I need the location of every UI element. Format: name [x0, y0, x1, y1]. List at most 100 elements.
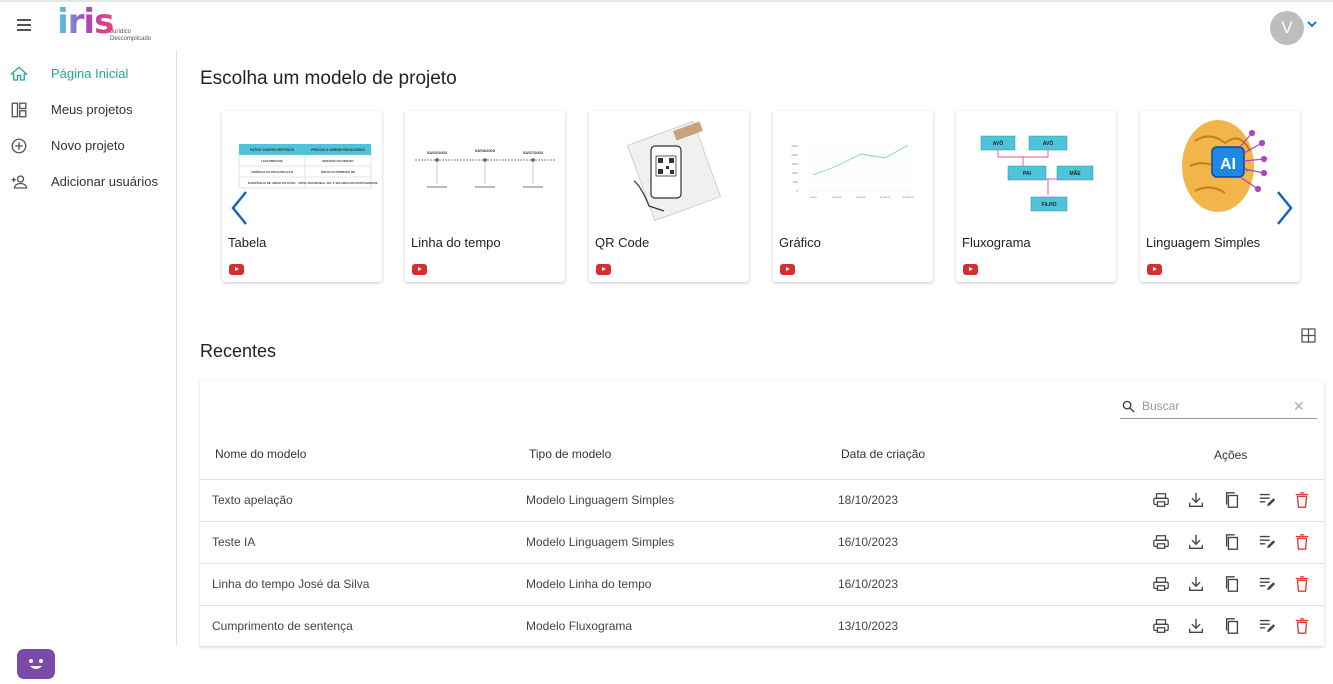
svg-text:15 anos: 15 anos	[903, 195, 914, 199]
timeline-thumbnail: 03/02/2003 03/03/2003 03/07/2003	[415, 148, 555, 188]
column-header-name[interactable]: Nome do modelo	[215, 447, 306, 461]
svg-text:03/03/2003: 03/03/2003	[475, 148, 496, 153]
svg-text:MÃE: MÃE	[1069, 170, 1081, 177]
flowchart-thumbnail: AVÔ AVÓ PAI MÃE FILHO	[980, 135, 1094, 212]
sidebar-item-home[interactable]: Página Inicial	[0, 59, 176, 89]
print-icon[interactable]	[1152, 575, 1170, 593]
youtube-icon[interactable]	[229, 264, 244, 275]
edit-icon[interactable]	[1258, 491, 1276, 509]
table-row[interactable]: Teste IA Modelo Linguagem Simples 16/10/20…	[200, 521, 1324, 564]
template-card-flowchart[interactable]: AVÔ AVÓ PAI MÃE FILHO Fluxograma	[956, 111, 1116, 282]
logo[interactable]: iris Jurídico Descomplicado	[57, 2, 157, 46]
template-card-chart[interactable]: 2500 2000 1500 1000 500 0 1 ano 6 anos 8…	[773, 111, 933, 282]
template-card-title: Linguagem Simples	[1146, 235, 1261, 250]
person-add-icon	[11, 175, 28, 189]
chart-thumbnail: 2500 2000 1500 1000 500 0 1 ano 6 anos 8…	[791, 144, 918, 199]
svg-text:EXISTÊNCIA DE UNIÃO ESTÁVEL: EXISTÊNCIA DE UNIÃO ESTÁVEL	[248, 180, 296, 185]
template-card-qr-code[interactable]: QR Code	[589, 111, 749, 282]
svg-text:PAI: PAI	[1023, 171, 1032, 177]
dashboard-icon	[11, 102, 27, 118]
svg-text:PROVA TESTEMUNHAL, ART. X, SER: PROVA TESTEMUNHAL, ART. X, SER ARROLADO …	[298, 182, 378, 185]
chevron-down-icon[interactable]	[1307, 19, 1317, 31]
logo-subtitle: Jurídico Descomplicado	[110, 29, 152, 42]
svg-text:VIGÊNCIA DA PROCURAÇÃO: VIGÊNCIA DA PROCURAÇÃO	[251, 169, 294, 174]
recent-title: Recentes	[200, 341, 277, 361]
youtube-icon[interactable]	[1147, 264, 1162, 275]
svg-text:8 anos: 8 anos	[856, 195, 866, 199]
print-icon[interactable]	[1152, 491, 1170, 509]
cell-date: 18/10/2023	[838, 493, 899, 507]
table-row[interactable]: Linha do tempo José da Silva Modelo Linha…	[200, 563, 1324, 606]
download-icon[interactable]	[1187, 617, 1205, 635]
svg-text:12 anos: 12 anos	[880, 195, 891, 199]
youtube-icon[interactable]	[412, 264, 427, 275]
cell-name: Teste IA	[212, 535, 256, 549]
template-card-title: Gráfico	[779, 235, 821, 250]
copy-icon[interactable]	[1223, 617, 1241, 635]
sidebar-item-new-project[interactable]: Novo projeto	[0, 131, 176, 161]
edit-icon[interactable]	[1258, 533, 1276, 551]
edit-icon[interactable]	[1258, 575, 1276, 593]
svg-text:AI: AI	[1220, 156, 1236, 173]
menu-icon[interactable]	[13, 16, 35, 38]
column-header-type[interactable]: Tipo de modelo	[529, 447, 611, 461]
search-icon	[1122, 400, 1135, 413]
page-title: Escolha um modelo de projeto	[200, 68, 457, 89]
svg-text:500: 500	[793, 180, 798, 184]
cell-type: Modelo Linguagem Simples	[526, 535, 675, 549]
svg-text:PROVAS A SEREM PRODUZIDAS: PROVAS A SEREM PRODUZIDAS	[311, 148, 365, 152]
cell-name: Texto apelação	[212, 493, 293, 507]
template-card-timeline[interactable]: 03/02/2003 03/03/2003 03/07/2003 Linha d…	[405, 111, 565, 282]
cell-date: 16/10/2023	[838, 577, 899, 591]
table-row[interactable]: Cumprimento de sentença Modelo Fluxograma…	[200, 605, 1324, 648]
column-header-date[interactable]: Data de criação	[841, 447, 925, 461]
sidebar-item-my-projects[interactable]: Meus projetos	[0, 95, 176, 125]
sidebar-item-label: Página Inicial	[51, 66, 129, 81]
svg-text:0: 0	[796, 189, 798, 193]
edit-icon[interactable]	[1258, 617, 1276, 635]
template-card-title: QR Code	[595, 235, 650, 250]
download-icon[interactable]	[1187, 533, 1205, 551]
youtube-icon[interactable]	[596, 264, 611, 275]
sidebar-item-label: Adicionar usuários	[51, 174, 158, 189]
chevron-right-icon[interactable]	[1272, 188, 1296, 228]
download-icon[interactable]	[1187, 575, 1205, 593]
delete-icon[interactable]	[1293, 617, 1311, 635]
svg-text:LEGITIMIDADE: LEGITIMIDADE	[261, 159, 283, 163]
svg-text:1 ano: 1 ano	[809, 195, 817, 199]
print-icon[interactable]	[1152, 533, 1170, 551]
chevron-left-icon[interactable]	[228, 188, 252, 228]
copy-icon[interactable]	[1223, 533, 1241, 551]
youtube-icon[interactable]	[963, 264, 978, 275]
user-avatar[interactable]: V	[1270, 11, 1304, 45]
svg-text:AVÓ: AVÓ	[1043, 139, 1054, 147]
cell-date: 16/10/2023	[838, 535, 899, 549]
search-input[interactable]	[1140, 398, 1294, 414]
qr-code-thumbnail	[627, 121, 721, 221]
youtube-icon[interactable]	[780, 264, 795, 275]
svg-text:03/02/2003: 03/02/2003	[427, 150, 448, 155]
grid-view-icon[interactable]	[1301, 328, 1316, 343]
svg-text:AVÔ: AVÔ	[993, 139, 1004, 147]
svg-text:03/07/2003: 03/07/2003	[523, 150, 544, 155]
delete-icon[interactable]	[1293, 533, 1311, 551]
svg-text:1000: 1000	[791, 171, 798, 175]
cell-type: Modelo Linguagem Simples	[526, 493, 675, 507]
copy-icon[interactable]	[1223, 491, 1241, 509]
download-icon[interactable]	[1187, 491, 1205, 509]
cell-type: Modelo Linha do tempo	[526, 577, 652, 591]
table-row[interactable]: Texto apelação Modelo Linguagem Simples 18…	[200, 479, 1324, 522]
sidebar-item-add-users[interactable]: Adicionar usuários	[0, 167, 176, 197]
template-card-title: Fluxograma	[962, 235, 1031, 250]
logo-text: iris	[57, 2, 114, 42]
home-icon	[10, 66, 28, 81]
print-icon[interactable]	[1152, 617, 1170, 635]
delete-icon[interactable]	[1293, 575, 1311, 593]
sidebar-item-label: Meus projetos	[51, 102, 133, 117]
delete-icon[interactable]	[1293, 491, 1311, 509]
close-icon[interactable]: ✕	[1293, 398, 1305, 415]
cell-date: 13/10/2023	[838, 619, 899, 633]
svg-text:2500: 2500	[791, 144, 798, 148]
chatbot-button[interactable]	[17, 649, 55, 679]
copy-icon[interactable]	[1223, 575, 1241, 593]
